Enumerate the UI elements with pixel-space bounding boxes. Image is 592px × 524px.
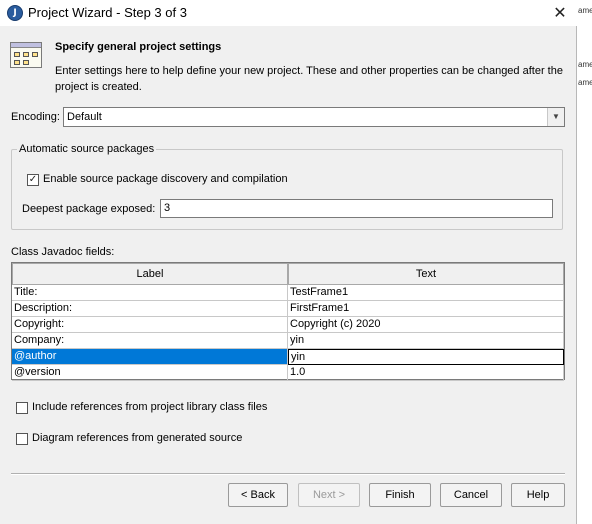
table-row[interactable]: Copyright: Copyright (c) 2020: [12, 317, 564, 333]
step-description: Enter settings here to help define your …: [55, 65, 563, 93]
project-wizard-window: J Project Wizard - Step 3 of 3 ✕ Specify…: [0, 0, 577, 524]
row-text-cell[interactable]: yin: [288, 333, 564, 349]
wizard-settings-icon: [10, 42, 42, 68]
button-separator: [11, 473, 565, 475]
include-references-checkbox[interactable]: [16, 402, 28, 414]
background-text-fragment: ame1: [578, 6, 592, 15]
auto-source-group-label: Automatic source packages: [17, 143, 157, 155]
cancel-button[interactable]: Cancel: [440, 483, 502, 507]
deepest-package-label: Deepest package exposed:: [22, 203, 156, 215]
row-label-cell[interactable]: Title:: [12, 285, 288, 301]
chevron-down-icon[interactable]: ▼: [547, 108, 564, 126]
table-row[interactable]: @version 1.0: [12, 365, 564, 381]
finish-button[interactable]: Finish: [369, 483, 431, 507]
deepest-package-field[interactable]: 3: [160, 199, 553, 218]
row-label-cell[interactable]: Copyright:: [12, 317, 288, 333]
diagram-references-label: Diagram references from generated source: [32, 432, 243, 444]
window-title: Project Wizard - Step 3 of 3: [28, 5, 187, 20]
javadoc-fields-label: Class Javadoc fields:: [11, 246, 115, 258]
encoding-value: Default: [67, 111, 102, 123]
enable-discovery-checkbox[interactable]: ✓: [27, 174, 39, 186]
close-button[interactable]: ✕: [549, 3, 571, 23]
row-label-cell[interactable]: @version: [12, 365, 288, 381]
background-text-fragment: ame1/: [578, 78, 592, 87]
row-text-cell[interactable]: FirstFrame1: [288, 301, 564, 317]
step-title: Specify general project settings: [55, 41, 222, 53]
title-bar: J Project Wizard - Step 3 of 3 ✕: [0, 0, 577, 26]
column-header-text[interactable]: Text: [288, 263, 564, 285]
row-text-cell[interactable]: TestFrame1: [288, 285, 564, 301]
enable-discovery-label: Enable source package discovery and comp…: [43, 173, 288, 185]
help-button[interactable]: Help: [511, 483, 565, 507]
row-text-cell[interactable]: 1.0: [288, 365, 564, 381]
app-icon: J: [7, 5, 23, 21]
table-row[interactable]: Title: TestFrame1: [12, 285, 564, 301]
column-header-label[interactable]: Label: [12, 263, 288, 285]
encoding-label: Encoding:: [11, 111, 60, 123]
row-text-cell-editing[interactable]: yin: [288, 349, 564, 365]
row-label-cell[interactable]: Description:: [12, 301, 288, 317]
background-text-fragment: ame1/: [578, 60, 592, 69]
include-references-label: Include references from project library …: [32, 401, 268, 413]
row-label-cell[interactable]: @author: [12, 349, 288, 365]
table-row[interactable]: Company: yin: [12, 333, 564, 349]
javadoc-table: Label Text Title: TestFrame1 Description…: [11, 262, 565, 381]
table-row-selected[interactable]: @author yin: [12, 349, 564, 365]
diagram-references-checkbox[interactable]: [16, 433, 28, 445]
back-button[interactable]: < Back: [228, 483, 288, 507]
row-label-cell[interactable]: Company:: [12, 333, 288, 349]
row-text-cell[interactable]: Copyright (c) 2020: [288, 317, 564, 333]
deepest-package-value: 3: [164, 202, 171, 214]
table-row[interactable]: Description: FirstFrame1: [12, 301, 564, 317]
next-button[interactable]: Next >: [298, 483, 360, 507]
encoding-select[interactable]: Default ▼: [63, 107, 565, 127]
